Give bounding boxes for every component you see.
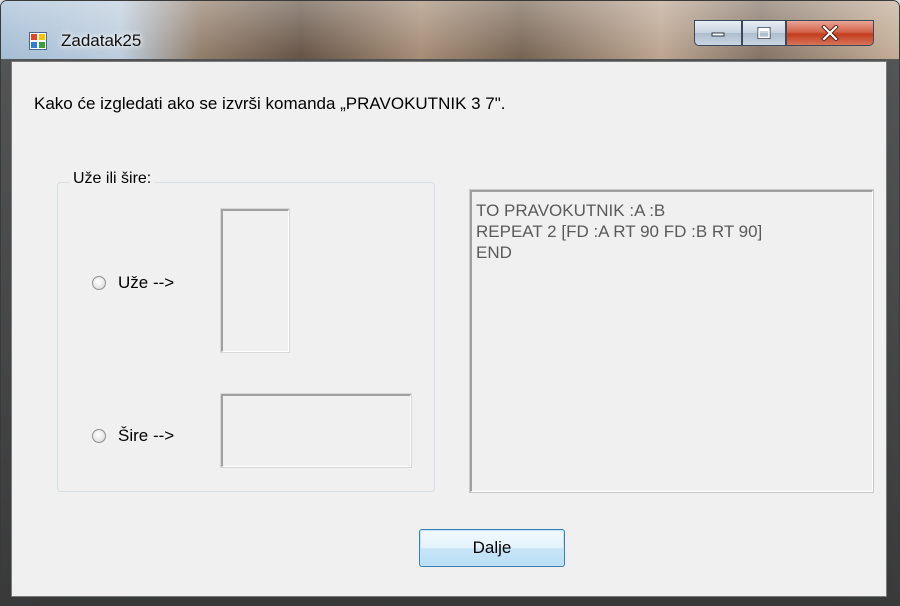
maximize-icon xyxy=(757,27,771,39)
question-label: Kako će izgledati ako se izvrši komanda … xyxy=(34,94,506,113)
radio-uze[interactable]: Uže --> xyxy=(92,273,174,293)
narrow-rectangle-preview xyxy=(220,208,290,353)
code-line: REPEAT 2 [FD :A RT 90 FD :B RT 90] xyxy=(476,222,763,241)
minimize-button[interactable] xyxy=(694,20,742,46)
application-window-icon xyxy=(29,32,47,50)
next-button[interactable]: Dalje xyxy=(419,529,565,567)
code-line: END xyxy=(476,243,512,262)
window-title: Zadatak25 xyxy=(61,31,142,50)
radio-sire-label[interactable]: Šire --> xyxy=(118,426,174,446)
radio-uze-circle[interactable] xyxy=(92,276,106,290)
close-icon xyxy=(821,25,839,41)
app-window: Zadatak25 Kako će izgledati ako se izvrš… xyxy=(0,0,900,606)
radio-sire-circle[interactable] xyxy=(92,429,106,443)
title-bar[interactable]: Zadatak25 xyxy=(1,1,899,59)
maximize-button[interactable] xyxy=(742,20,786,46)
radio-sire[interactable]: Šire --> xyxy=(92,426,174,446)
next-button-label: Dalje xyxy=(472,538,512,557)
wide-rectangle-preview xyxy=(220,393,412,468)
code-line: TO PRAVOKUTNIK :A :B xyxy=(476,201,666,220)
groupbox-legend: Uže ili šire: xyxy=(69,170,156,188)
form-client-area: Kako će izgledati ako se izvrši komanda … xyxy=(11,61,887,597)
minimize-icon xyxy=(711,32,725,37)
radio-uze-label[interactable]: Uže --> xyxy=(118,273,174,293)
close-button[interactable] xyxy=(786,20,874,46)
logo-code-textbox[interactable]: TO PRAVOKUTNIK :A :B REPEAT 2 [FD :A RT … xyxy=(469,189,874,493)
